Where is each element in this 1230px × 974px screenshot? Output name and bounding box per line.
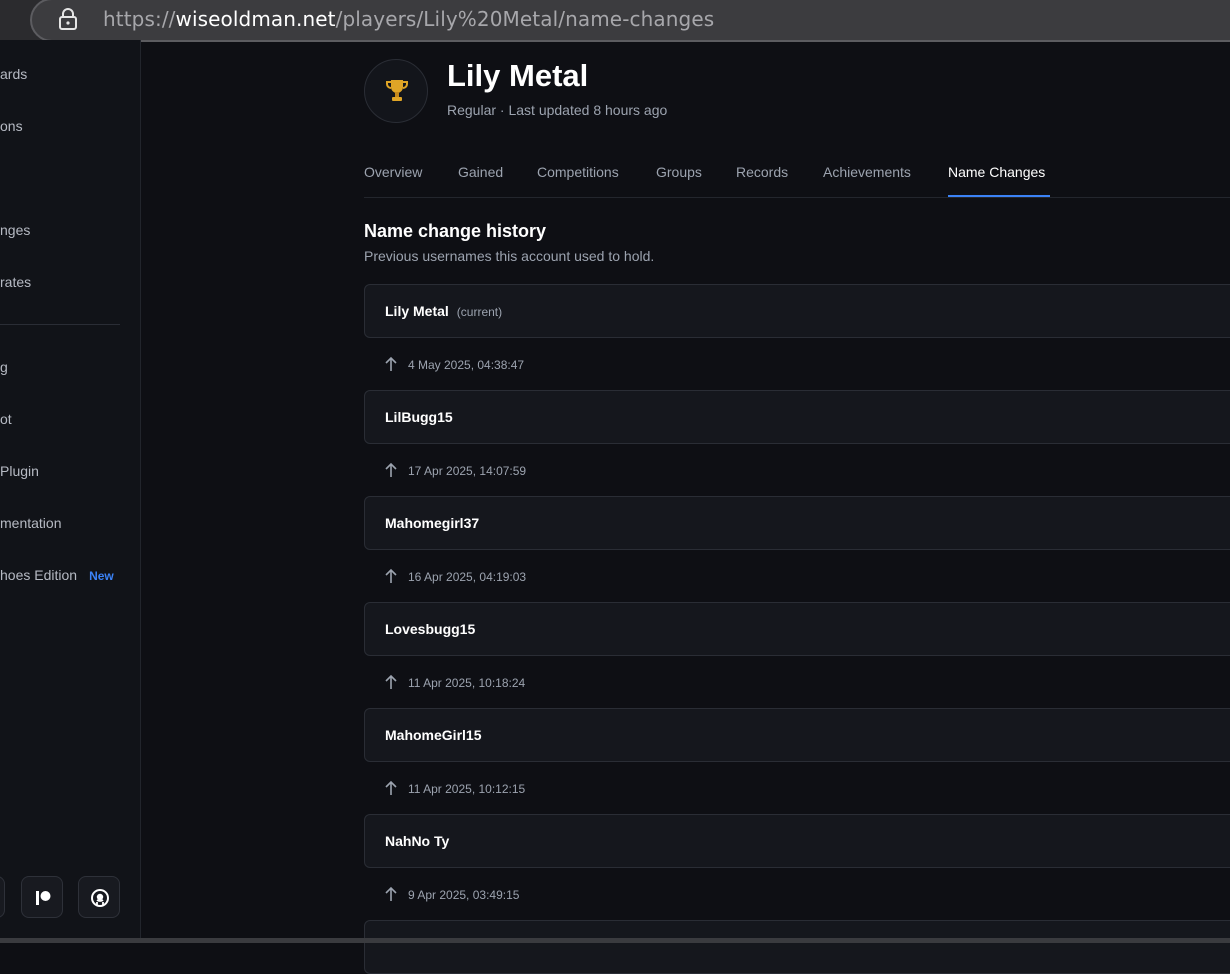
username: NahNo Ty [385, 833, 450, 849]
sidebar-item-echoes-edition[interactable]: hoes Edition New [0, 567, 114, 591]
player-avatar [364, 59, 428, 123]
lock-icon[interactable] [58, 7, 78, 31]
trophy-icon [386, 80, 408, 101]
arrow-up-icon [385, 568, 397, 583]
arrow-up-icon [385, 674, 397, 689]
window-bottom-edge [0, 938, 1230, 943]
change-date: 11 Apr 2025, 10:12:15 [408, 782, 526, 796]
change-date: 11 Apr 2025, 10:18:24 [408, 676, 526, 690]
change-date: 4 May 2025, 04:38:47 [408, 358, 525, 372]
tab-competitions[interactable]: Competitions [537, 164, 619, 180]
github-icon [91, 889, 109, 907]
username: LilBugg15 [385, 409, 453, 425]
sidebar-item-rates[interactable]: rates [0, 274, 31, 298]
username: MahomeGirl15 [385, 727, 482, 743]
browser-toolbar: https://wiseoldman.net/players/Lily%20Me… [0, 0, 1230, 42]
arrow-up-icon [385, 886, 397, 901]
section-title: Name change history [364, 221, 547, 241]
sidebar-item-name-changes[interactable]: nges [0, 222, 30, 246]
tab-gained[interactable]: Gained [458, 164, 503, 180]
sidebar-item-label: hoes Edition [0, 567, 78, 583]
name-entry-card: LilBugg15 [364, 390, 1230, 444]
username: Lovesbugg15 [385, 621, 476, 637]
social-button-partial[interactable] [0, 876, 5, 918]
arrow-up-icon [385, 780, 397, 795]
current-tag: (current) [456, 305, 503, 319]
patreon-button[interactable] [21, 876, 63, 918]
sidebar-item-label: rates [0, 274, 32, 290]
name-entry-card: Lovesbugg15 [364, 602, 1230, 656]
sidebar-item-leaderboards[interactable]: ards [0, 66, 27, 90]
sidebar-item-label: ot [0, 411, 12, 427]
tab-overview[interactable]: Overview [364, 164, 422, 180]
sidebar-item-documentation[interactable]: mentation [0, 515, 61, 539]
sidebar-item-label: ons [0, 118, 23, 134]
name-entry-card: Mahomegirl37 [364, 496, 1230, 550]
url-prefix: https:// [103, 7, 176, 31]
sidebar-divider [0, 324, 120, 325]
sidebar-item-competitions[interactable]: ons [0, 118, 23, 142]
change-date: 16 Apr 2025, 04:19:03 [408, 570, 527, 584]
tab-achievements[interactable]: Achievements [823, 164, 911, 180]
sidebar: ards ons nges rates g ot Plugin mentatio… [0, 40, 141, 938]
url-domain: wiseoldman.net [175, 7, 336, 31]
player-tabs: Overview Gained Competitions Groups Reco… [364, 160, 1230, 198]
sidebar-item-blog[interactable]: g [0, 359, 8, 383]
url-path: /players/Lily%20Metal/name-changes [335, 7, 715, 31]
sidebar-item-label: mentation [0, 515, 62, 531]
player-subtitle: Regular · Last updated 8 hours ago [447, 102, 668, 118]
sidebar-item-label: nges [0, 222, 31, 238]
section-subtitle: Previous usernames this account used to … [364, 248, 655, 264]
username: Mahomegirl37 [385, 515, 480, 531]
arrow-up-icon [385, 356, 397, 371]
name-entry-card: NahNo Ty [364, 814, 1230, 868]
change-date: 9 Apr 2025, 03:49:15 [408, 888, 520, 902]
patreon-icon [36, 891, 51, 905]
sidebar-item-label: Plugin [0, 463, 39, 479]
sidebar-item-label: g [0, 359, 8, 375]
player-name: Lily Metal [447, 58, 589, 93]
tab-name-changes[interactable]: Name Changes [948, 164, 1045, 180]
url-text[interactable]: https://wiseoldman.net/players/Lily%20Me… [103, 7, 714, 31]
github-button[interactable] [78, 876, 120, 918]
sidebar-item-label: ards [0, 66, 28, 82]
name-entry-card: Lily Metal (current) [364, 284, 1230, 338]
active-tab-indicator [948, 195, 1050, 197]
tab-groups[interactable]: Groups [656, 164, 702, 180]
name-entry-card: MahomeGirl15 [364, 708, 1230, 762]
name-entry-card-partial [364, 920, 1230, 974]
username: Lily Metal [385, 303, 449, 319]
sidebar-item-plugin[interactable]: Plugin [0, 463, 39, 487]
change-date: 17 Apr 2025, 14:07:59 [408, 464, 527, 478]
tab-records[interactable]: Records [736, 164, 788, 180]
new-badge: New [89, 569, 114, 583]
arrow-up-icon [385, 462, 397, 477]
sidebar-item-bot[interactable]: ot [0, 411, 12, 435]
